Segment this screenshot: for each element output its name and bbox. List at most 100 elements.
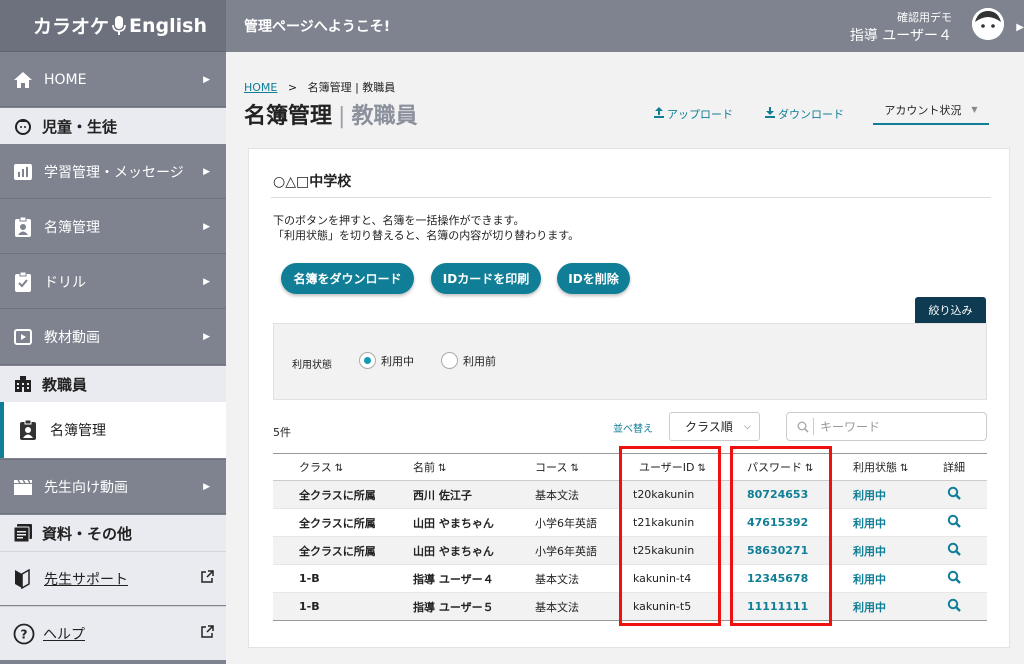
cell-name: 指導 ユーザー５ <box>391 592 513 621</box>
upload-link[interactable]: アップロード <box>654 106 733 122</box>
sidebar-item-help[interactable]: ? ヘルプ <box>0 606 226 660</box>
chevron-right-icon: ▶ <box>203 276 210 287</box>
chevron-down-icon: ⌵ <box>744 421 751 432</box>
highlight-user-id-column <box>619 446 721 626</box>
column-header-name[interactable]: 名前 ⇅ <box>391 453 513 481</box>
video-play-icon <box>12 326 34 348</box>
menu-caret-icon[interactable]: ▶ <box>1016 22 1024 33</box>
cell-status[interactable]: 利用中 <box>829 592 925 621</box>
download-link[interactable]: ダウンロード <box>765 106 844 122</box>
search-placeholder: キーワード <box>820 420 881 434</box>
search-icon <box>797 421 809 433</box>
chevron-right-icon: ▶ <box>203 74 210 85</box>
chevron-right-icon: ▶ <box>203 481 210 492</box>
sidebar-item-label: HOME <box>44 71 87 88</box>
sidebar-item-video[interactable]: 教材動画 ▶ <box>0 310 226 365</box>
app-logo[interactable]: カラオケ English <box>0 0 226 52</box>
radio-active[interactable]: 利用中 <box>359 352 414 369</box>
search-detail-icon[interactable] <box>947 514 961 528</box>
sidebar-item-teacher-video[interactable]: 先生向け動画 ▶ <box>0 459 226 514</box>
external-link-icon <box>201 625 214 642</box>
sidebar-item-label: 学習管理・メッセージ <box>44 164 184 181</box>
column-header-class[interactable]: クラス ⇅ <box>273 453 391 481</box>
sidebar-item-support[interactable]: 先生サポート <box>0 551 226 605</box>
cell-status[interactable]: 利用中 <box>829 564 925 593</box>
cell-detail <box>925 536 987 565</box>
delete-id-button[interactable]: IDを削除 <box>557 263 630 294</box>
sidebar-item-label: 教材動画 <box>44 330 100 346</box>
home-icon <box>12 69 34 91</box>
filter-panel: 利用状態 利用中 利用前 <box>273 323 987 400</box>
welcome-text: 管理ページへようこそ! <box>244 19 391 35</box>
sidebar-item-staff-roster[interactable]: 名簿管理 <box>0 402 226 458</box>
sidebar-item-learning[interactable]: 学習管理・メッセージ ▶ <box>0 145 226 199</box>
student-icon <box>12 115 34 137</box>
search-detail-icon[interactable] <box>947 570 961 584</box>
sort-label: 並べ替え <box>613 424 653 435</box>
page-title-sub: 教職員 <box>351 104 418 129</box>
breadcrumb-separator: > <box>287 81 298 94</box>
section-staff: 教職員 <box>0 366 226 402</box>
filter-label: 利用状態 <box>292 360 332 371</box>
search-detail-icon[interactable] <box>947 486 961 500</box>
top-bar: 管理ページへようこそ! 確認用デモ 指導 ユーザー４ ▶ <box>226 0 1024 52</box>
sort-select[interactable]: クラス順 ⌵ <box>669 412 760 441</box>
cell-name: 山田 やまちゃん <box>391 508 513 537</box>
upload-icon <box>654 107 664 121</box>
cell-status[interactable]: 利用中 <box>829 536 925 565</box>
upload-label: アップロード <box>667 108 733 121</box>
cell-status[interactable]: 利用中 <box>829 508 925 537</box>
account-status-dropdown[interactable]: アカウント状況 ▼ <box>873 96 989 125</box>
sidebar-item-roster[interactable]: 名簿管理 ▶ <box>0 200 226 254</box>
sidebar-item-label: 名簿管理 <box>50 423 106 439</box>
cell-detail <box>925 480 987 509</box>
cell-detail <box>925 592 987 621</box>
print-id-card-button[interactable]: IDカードを印刷 <box>431 263 541 294</box>
section-label: 教職員 <box>42 375 88 394</box>
search-detail-icon[interactable] <box>947 542 961 556</box>
sidebar-item-label: 先生サポート <box>44 571 128 588</box>
cell-detail <box>925 564 987 593</box>
breadcrumb-home-link[interactable]: HOME <box>244 81 277 94</box>
sort-select-value: クラス順 <box>685 420 733 434</box>
column-header-course[interactable]: コース ⇅ <box>513 453 611 481</box>
radio-selected-icon <box>359 352 376 369</box>
chevron-right-icon: ▶ <box>203 221 210 232</box>
cell-detail <box>925 508 987 537</box>
avatar-icon[interactable] <box>972 8 1004 40</box>
cell-class: 1-B <box>273 592 391 621</box>
filter-toggle-tab[interactable]: 絞り込み <box>915 297 986 323</box>
caret-down-icon: ▼ <box>971 105 978 114</box>
cell-status[interactable]: 利用中 <box>829 480 925 509</box>
keyword-search-input[interactable]: キーワード <box>786 412 987 441</box>
radio-before-use[interactable]: 利用前 <box>441 352 496 369</box>
breadcrumb: HOME > 名簿管理 | 教職員 <box>244 79 395 95</box>
sidebar-item-drill[interactable]: ドリル ▶ <box>0 255 226 309</box>
sidebar-item-label: ヘルプ <box>43 626 85 643</box>
sidebar-item-home[interactable]: HOME ▶ <box>0 53 226 107</box>
clipboard-user-icon <box>12 216 34 238</box>
search-detail-icon[interactable] <box>947 598 961 612</box>
cell-class: 1-B <box>273 564 391 593</box>
account-status-label: アカウント状況 <box>884 103 962 117</box>
column-header-detail: 詳細 <box>925 453 987 481</box>
sidebar: カラオケ English HOME ▶ 児童・生徒 学習管理・メッセージ ▶ 名… <box>0 0 226 664</box>
cell-course: 基本文法 <box>513 480 611 509</box>
download-icon <box>765 107 775 121</box>
description-line-1: 下のボタンを押すと、名簿を一括操作ができます。 <box>273 214 525 227</box>
user-name[interactable]: 指導 ユーザー４ <box>850 25 952 45</box>
highlight-password-column <box>730 446 832 626</box>
help-circle-icon: ? <box>13 623 35 645</box>
cell-name: 西川 佐江子 <box>391 480 513 509</box>
download-roster-button[interactable]: 名簿をダウンロード <box>281 263 414 294</box>
chart-icon <box>12 161 34 183</box>
chevron-right-icon: ▶ <box>203 166 210 177</box>
column-header-status[interactable]: 利用状態 ⇅ <box>829 453 925 481</box>
cell-course: 小学6年英語 <box>513 536 611 565</box>
section-students: 児童・生徒 <box>0 108 226 144</box>
download-label: ダウンロード <box>778 108 844 121</box>
cell-course: 小学6年英語 <box>513 508 611 537</box>
page-title-main: 名簿管理 <box>244 104 333 129</box>
logo-text-right: English <box>129 14 207 37</box>
external-link-icon <box>201 570 214 587</box>
